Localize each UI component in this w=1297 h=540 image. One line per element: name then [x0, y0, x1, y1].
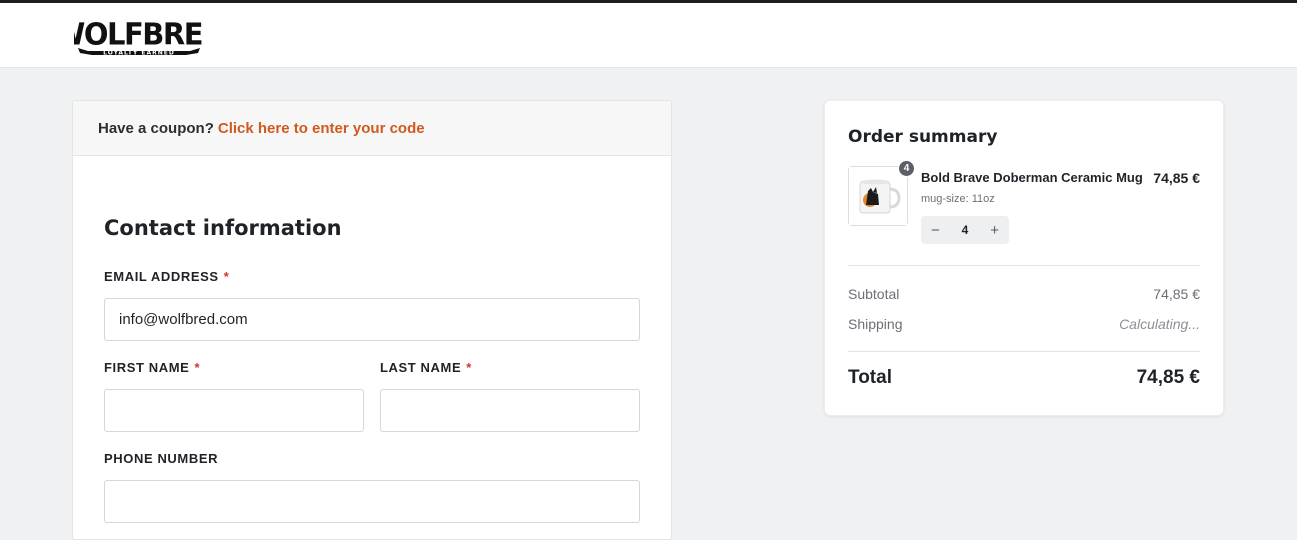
product-price: 74,85 €: [1153, 170, 1200, 186]
product-name: Bold Brave Doberman Ceramic Mug: [921, 170, 1143, 185]
email-field[interactable]: info@wolfbred.com: [104, 298, 640, 341]
svg-text:LOYALTY EARNED: LOYALTY EARNED: [103, 50, 175, 57]
coupon-prompt: Have a coupon?: [98, 119, 214, 137]
coupon-link[interactable]: Click here to enter your code: [218, 120, 425, 137]
total-value: 74,85 €: [1136, 367, 1200, 388]
divider: [848, 265, 1200, 266]
shipping-value: Calculating...: [1119, 316, 1200, 332]
first-name-label: FIRST NAME *: [104, 360, 201, 375]
order-summary-title: Order summary: [848, 127, 998, 147]
required-marker: *: [194, 360, 201, 375]
quantity-value: 4: [961, 223, 969, 237]
last-name-field[interactable]: [380, 389, 640, 432]
last-name-label: LAST NAME *: [380, 360, 472, 375]
order-summary: Order summary 4 Bold Brave Doberman Cera…: [824, 100, 1224, 416]
phone-label: PHONE NUMBER: [104, 451, 219, 466]
required-marker: *: [466, 360, 472, 375]
subtotal-value: 74,85 €: [1153, 286, 1200, 302]
plus-icon[interactable]: +: [990, 222, 999, 239]
contact-section-title: Contact information: [104, 216, 342, 240]
email-value: info@wolfbred.com: [119, 311, 248, 328]
wolfbred-logo[interactable]: WOLFBRED LOYALTY EARNED: [53, 15, 227, 61]
product-variant: mug-size: 11oz: [921, 193, 995, 205]
coupon-bar: Have a coupon? Click here to enter your …: [73, 101, 671, 156]
subtotal-label: Subtotal: [848, 286, 900, 302]
quantity-stepper[interactable]: − 4 +: [921, 216, 1009, 244]
svg-text:WOLFBRED: WOLFBRED: [74, 17, 204, 53]
checkout-form-card: Have a coupon? Click here to enter your …: [72, 100, 672, 540]
divider: [848, 351, 1200, 352]
shipping-label: Shipping: [848, 316, 903, 332]
quantity-badge: 4: [898, 160, 915, 177]
email-label: EMAIL ADDRESS *: [104, 269, 230, 284]
total-label: Total: [848, 367, 892, 388]
product-thumbnail-mug: [848, 166, 908, 226]
required-marker: *: [223, 269, 230, 284]
header: WOLFBRED LOYALTY EARNED: [0, 0, 1297, 68]
phone-field[interactable]: [104, 480, 640, 523]
first-name-field[interactable]: [104, 389, 364, 432]
minus-icon[interactable]: −: [931, 222, 940, 239]
